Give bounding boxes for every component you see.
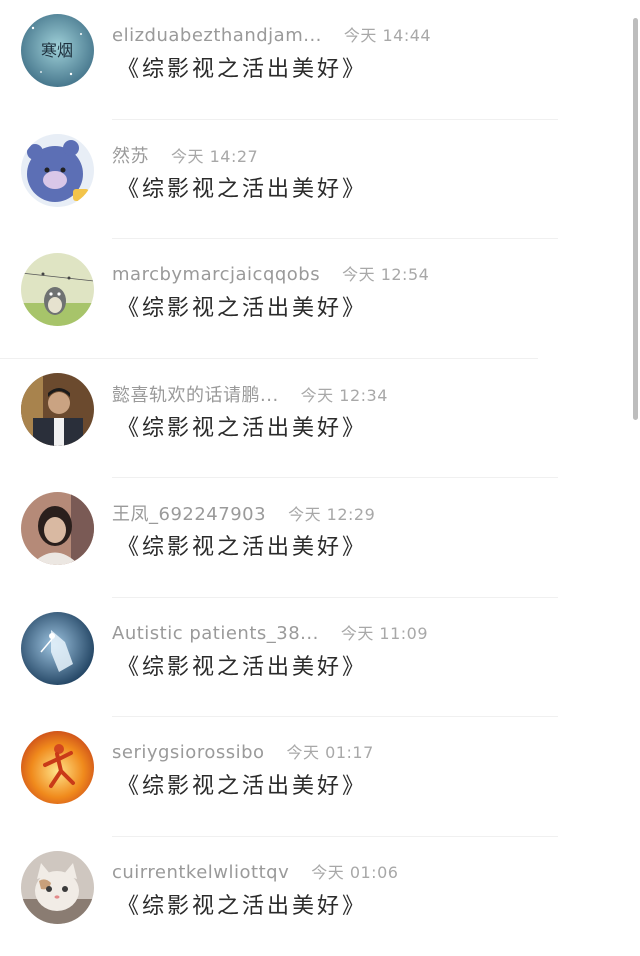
message-meta: cuirrentkelwliottqv 今天 01:06 (112, 859, 398, 883)
avatar[interactable]: 寒烟 (21, 14, 94, 87)
message-text: 《综影视之活出美好》 (117, 529, 367, 561)
sender-name: Autistic patients_38... (112, 623, 319, 644)
message-meta: seriygsiorossibo 今天 01:17 (112, 739, 374, 763)
timestamp: 今天 12:34 (301, 386, 388, 405)
message-meta: elizduabezthandjam... 今天 14:44 (112, 22, 431, 46)
message-meta: 王凤_692247903 今天 12:29 (112, 500, 375, 526)
avatar[interactable] (21, 492, 94, 565)
avatar[interactable] (21, 851, 94, 924)
list-item[interactable]: 寒烟 elizduabezthandjam... 今天 14:44 《综影视之活出… (0, 0, 628, 120)
timestamp: 今天 01:17 (287, 743, 374, 762)
avatar[interactable] (21, 253, 94, 326)
sender-name: elizduabezthandjam... (112, 25, 322, 46)
message-text: 《综影视之活出美好》 (117, 649, 367, 681)
timestamp: 今天 01:06 (311, 863, 398, 882)
message-meta: marcbymarcjaicqqobs 今天 12:54 (112, 261, 429, 285)
avatar-text: 寒烟 (41, 41, 73, 60)
timestamp: 今天 14:44 (344, 26, 431, 45)
message-meta: 懿喜轨欢的话请鹏... 今天 12:34 (112, 381, 388, 407)
sender-name: 懿喜轨欢的话请鹏... (112, 385, 279, 406)
timestamp: 今天 12:54 (342, 265, 429, 284)
message-meta: 然苏 今天 14:27 (112, 142, 258, 168)
message-text: 《综影视之活出美好》 (117, 768, 367, 800)
sender-name: seriygsiorossibo (112, 742, 265, 763)
message-list: 寒烟 elizduabezthandjam... 今天 14:44 《综影视之活出… (0, 0, 628, 956)
message-meta: Autistic patients_38... 今天 11:09 (112, 620, 428, 644)
list-item[interactable]: cuirrentkelwliottqv 今天 01:06 《综影视之活出美好》 (0, 837, 628, 956)
message-text: 《综影视之活出美好》 (117, 171, 367, 203)
list-item[interactable]: seriygsiorossibo 今天 01:17 《综影视之活出美好》 (0, 717, 628, 837)
avatar[interactable] (21, 373, 94, 446)
message-text: 《综影视之活出美好》 (117, 290, 367, 322)
timestamp: 今天 12:29 (288, 505, 375, 524)
timestamp: 今天 11:09 (341, 624, 428, 643)
avatar[interactable] (21, 612, 94, 685)
timestamp: 今天 14:27 (171, 147, 258, 166)
list-item[interactable]: 然苏 今天 14:27 《综影视之活出美好》 (0, 120, 628, 240)
list-item[interactable]: 王凤_692247903 今天 12:29 《综影视之活出美好》 (0, 478, 628, 598)
message-text: 《综影视之活出美好》 (117, 51, 367, 83)
avatar[interactable] (21, 134, 94, 207)
sender-name: marcbymarcjaicqqobs (112, 264, 320, 285)
sender-name: 然苏 (112, 146, 149, 167)
list-item[interactable]: marcbymarcjaicqqobs 今天 12:54 《综影视之活出美好》 (0, 239, 628, 359)
list-item[interactable]: 懿喜轨欢的话请鹏... 今天 12:34 《综影视之活出美好》 (0, 359, 628, 479)
sender-name: cuirrentkelwliottqv (112, 862, 289, 883)
message-text: 《综影视之活出美好》 (117, 888, 367, 920)
list-item[interactable]: Autistic patients_38... 今天 11:09 《综影视之活出美… (0, 598, 628, 718)
avatar[interactable] (21, 731, 94, 804)
message-text: 《综影视之活出美好》 (117, 410, 367, 442)
sender-name: 王凤_692247903 (112, 504, 266, 525)
scrollbar[interactable] (633, 18, 638, 420)
